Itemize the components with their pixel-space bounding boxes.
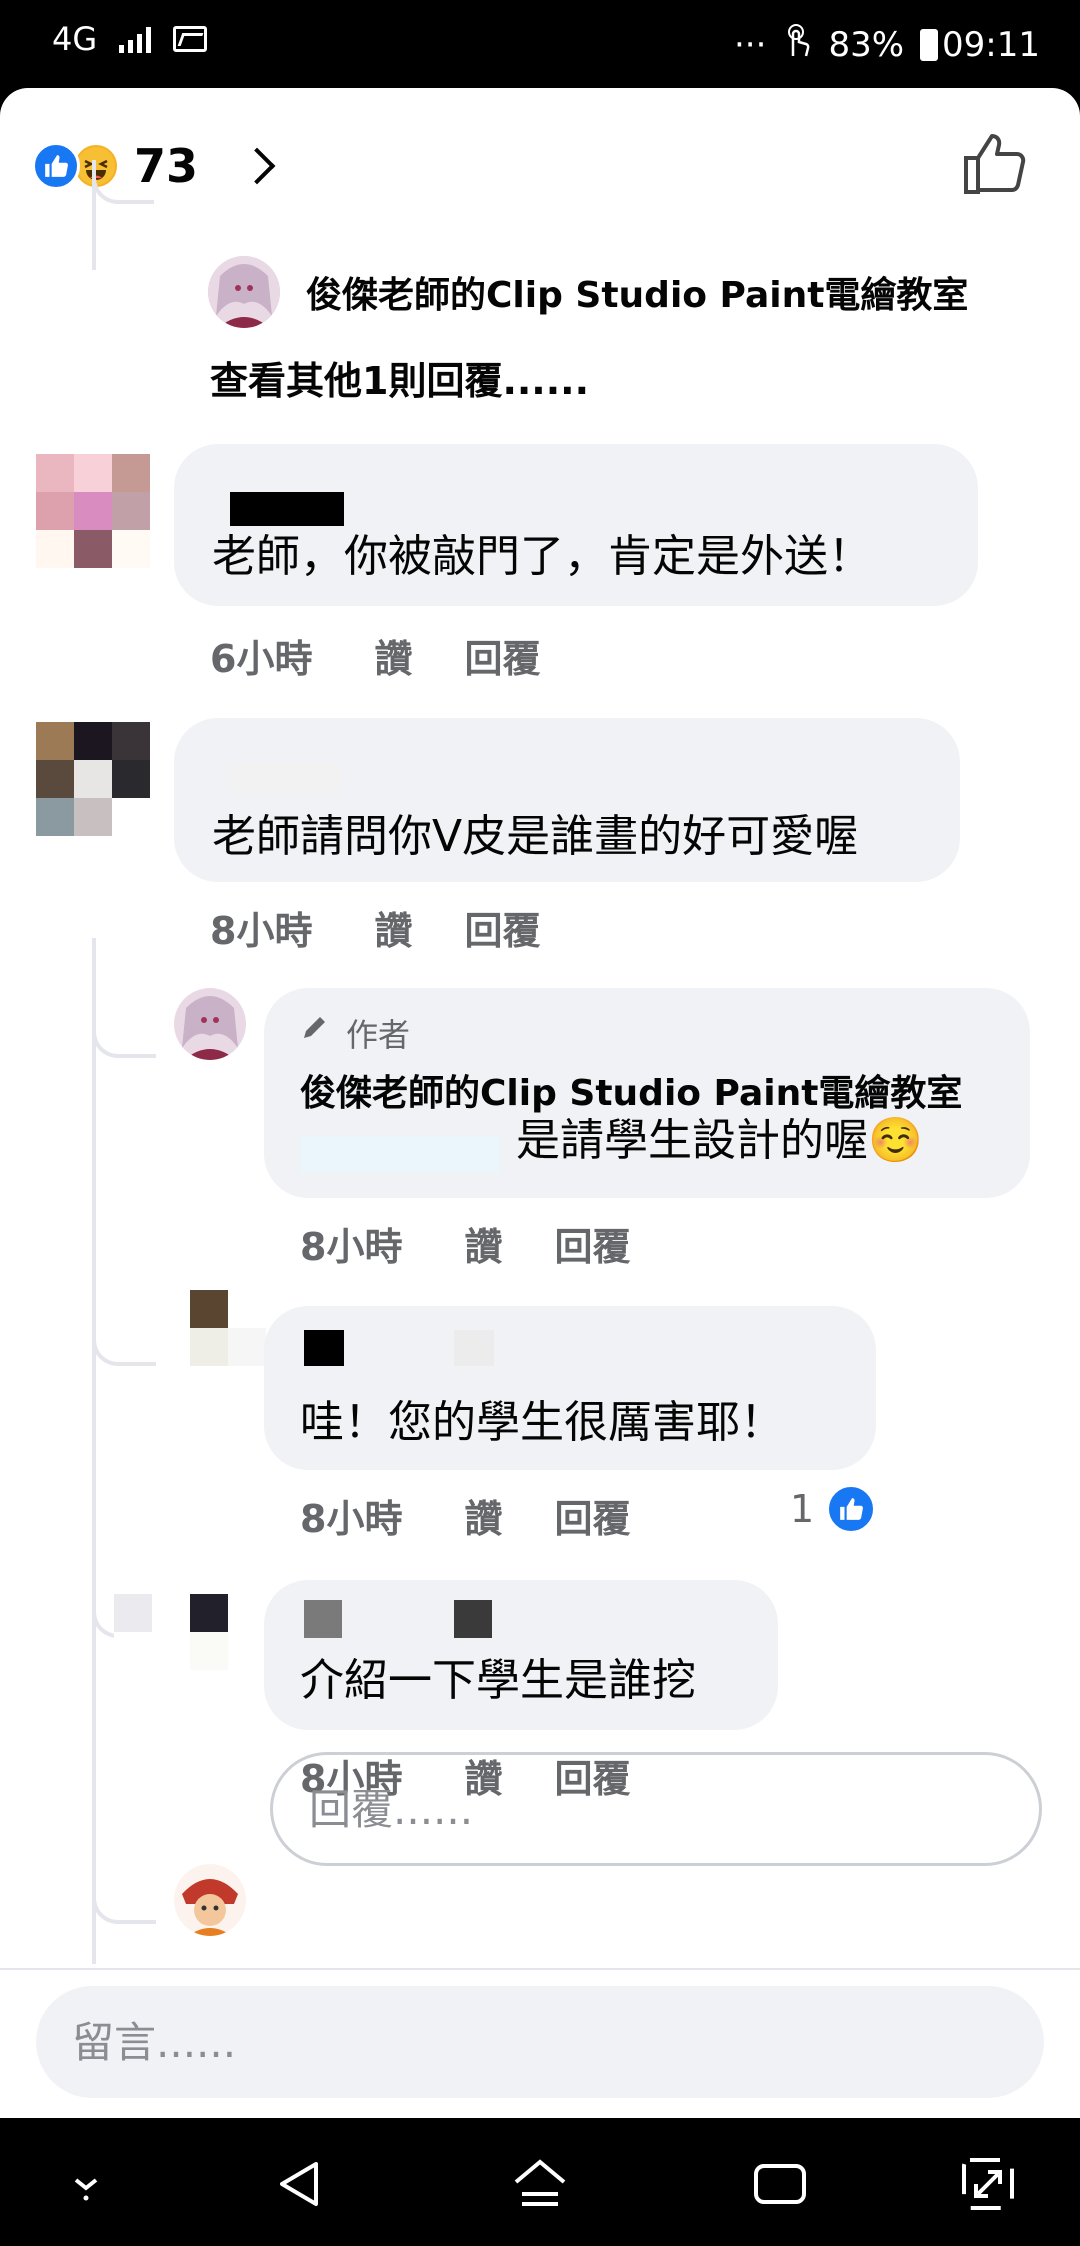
reply-text: 哇！您的學生很厲害耶！	[300, 1397, 784, 1448]
divider	[0, 1968, 1080, 1970]
thread-connector	[92, 1326, 156, 1366]
like-icon	[32, 142, 80, 190]
reply-text: 是請學生設計的喔☺️	[516, 1115, 923, 1166]
like-count: 1	[790, 1487, 815, 1531]
reply-input-container[interactable]	[270, 1752, 1042, 1866]
reply-time: 8小時	[300, 1497, 403, 1541]
like-button[interactable]: 讚	[464, 1488, 502, 1543]
avatar[interactable]	[114, 1594, 228, 1670]
comment-actions: 6小時 讚 回覆	[210, 628, 540, 683]
gallery-notification-icon	[173, 26, 208, 52]
comment-actions: 8小時 讚 回覆	[210, 900, 540, 955]
thread-connector	[92, 1018, 156, 1058]
like-button[interactable]: 讚	[374, 900, 412, 955]
author-badge: 作者	[346, 1016, 411, 1054]
like-button[interactable]: 讚	[464, 1216, 502, 1271]
reply-button[interactable]: 回覆	[464, 900, 540, 955]
reply-time: 8小時	[300, 1225, 403, 1269]
comment-bubble: 老師，你被敲門了，肯定是外送！	[174, 444, 978, 606]
reply-like-count[interactable]: 1	[790, 1484, 877, 1534]
thread-line	[92, 938, 96, 1964]
network-type: 4G	[52, 20, 98, 58]
hide-keyboard-icon[interactable]	[56, 2154, 116, 2214]
recent-apps-icon[interactable]	[750, 2154, 810, 2214]
avatar[interactable]	[190, 1290, 266, 1366]
overflow-icon: ···	[734, 24, 767, 65]
comment-text: 老師，你被敲門了，肯定是外送！	[212, 531, 872, 582]
home-icon[interactable]	[510, 2154, 570, 2214]
reply-bubble: 哇！您的學生很厲害耶！	[264, 1306, 876, 1470]
redacted-name	[230, 492, 344, 526]
thread-connector	[92, 1884, 156, 1924]
back-icon[interactable]	[270, 2154, 330, 2214]
touch-icon	[782, 22, 812, 67]
redacted-name	[304, 1600, 342, 1638]
view-more-replies-link[interactable]: 查看其他1則回覆......	[210, 350, 589, 405]
reply-text: 介紹一下學生是誰挖	[300, 1655, 696, 1706]
thumbs-up-icon	[964, 134, 1026, 194]
signal-icon	[119, 25, 152, 53]
reply-bubble: 介紹一下學生是誰挖	[264, 1580, 778, 1730]
reply-button[interactable]: 回覆	[554, 1488, 630, 1543]
reply-author[interactable]: 俊傑老師的Clip Studio Paint電繪教室	[300, 1064, 962, 1116]
redacted-mention	[300, 1136, 500, 1172]
redacted-name	[454, 1600, 492, 1638]
redacted-name	[454, 1330, 494, 1366]
avatar[interactable]	[174, 988, 246, 1060]
comment-input[interactable]	[36, 1986, 1044, 2098]
battery-icon	[920, 28, 939, 61]
avatar[interactable]	[36, 454, 188, 606]
comments-sheet: 73 俊傑老師的Clip Studio Paint電繪教室 查看其他1則回覆..…	[0, 88, 1080, 2118]
reply-actions: 8小時 讚 回覆	[300, 1488, 630, 1543]
battery-percent: 83%	[828, 24, 905, 65]
rotate-expand-icon[interactable]	[958, 2154, 1018, 2214]
redacted-name	[304, 1330, 344, 1366]
user-avatar[interactable]	[174, 1864, 246, 1936]
comment-time: 8小時	[210, 909, 313, 953]
like-button[interactable]: 讚	[374, 628, 412, 683]
reply-input[interactable]	[273, 1755, 1039, 1863]
redacted-name	[230, 764, 340, 794]
comment-time: 6小時	[210, 637, 313, 681]
avatar[interactable]	[208, 256, 280, 328]
pencil-icon	[300, 1014, 328, 1046]
chevron-right-icon[interactable]	[238, 147, 276, 185]
reply-actions: 8小時 讚 回覆	[300, 1216, 630, 1271]
reply-bubble: 作者 俊傑老師的Clip Studio Paint電繪教室 是請學生設計的喔☺️	[264, 988, 1030, 1198]
comment-text: 老師請問你V皮是誰畫的好可愛喔	[212, 811, 859, 862]
reply-button[interactable]: 回覆	[554, 1216, 630, 1271]
avatar[interactable]	[36, 722, 150, 836]
thread-connector	[92, 168, 154, 204]
comment-author[interactable]: 俊傑老師的Clip Studio Paint電繪教室	[306, 266, 1038, 318]
reply-button[interactable]: 回覆	[464, 628, 540, 683]
comment-input-container[interactable]	[36, 1986, 1044, 2098]
like-icon	[826, 1484, 877, 1534]
clock: 09:11	[942, 24, 1040, 65]
comment-bubble: 老師請問你V皮是誰畫的好可愛喔	[174, 718, 960, 882]
status-bar: 4G ··· 83% 09:11	[0, 0, 1080, 88]
navigation-bar	[0, 2118, 1080, 2246]
like-post-button[interactable]	[960, 128, 1030, 198]
